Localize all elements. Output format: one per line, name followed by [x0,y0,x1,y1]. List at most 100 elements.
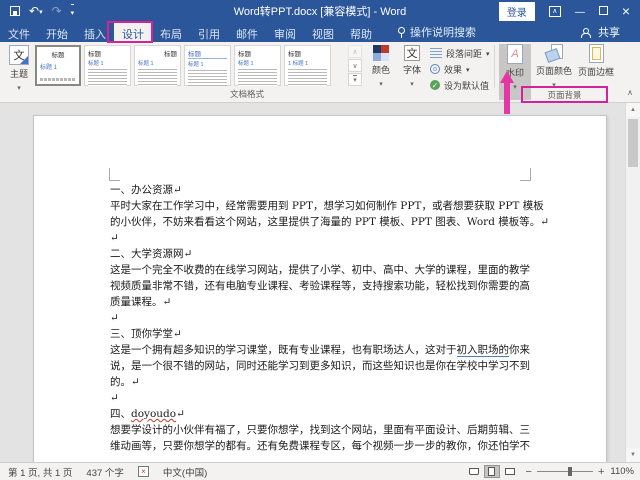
colors-button[interactable]: 颜色 [366,45,396,88]
themes-button[interactable]: 文 主题 [5,45,33,92]
zoom-percentage[interactable]: 110% [610,466,634,477]
language-indicator[interactable]: 中文(中国) [163,465,207,479]
redo-icon[interactable] [52,4,62,18]
document-line: 质量课程。↵ [110,296,172,308]
tell-me-label: 操作说明搜索 [410,27,476,39]
undo-icon[interactable] [29,4,43,18]
style-set-card[interactable]: 标题 标题 1 [134,45,181,86]
style-set-card[interactable]: 标题 标题 1 [234,45,281,86]
document-line: ↵ [110,312,119,324]
customize-quick-access-icon[interactable] [70,4,75,18]
card-filler-text [88,69,127,86]
vertical-scrollbar[interactable] [625,103,640,462]
word-window: Word转PPT.docx [兼容模式] - Word 登录 ∧ 文件开始插入设… [0,0,640,480]
tell-me-search[interactable]: 操作说明搜索 [398,22,476,42]
menu-tab[interactable]: 文件 [0,22,38,42]
zoom-slider[interactable] [536,467,593,476]
paragraph-spacing-icon [430,48,442,58]
themes-icon: 文 [9,45,29,65]
margin-crop-mark-left [109,168,120,181]
title-bar-controls: 登录 ∧ [498,1,640,21]
proofing-status-icon[interactable] [137,466,149,477]
share-label: 共享 [598,27,620,39]
page-indicator[interactable]: 第 1 页, 共 1 页 [8,465,72,479]
zoom-out-button[interactable]: − [526,466,532,478]
menu-tab[interactable]: 邮件 [228,22,266,42]
style-set-gallery: 标题 标题 1 标题 标题 1 标题 标题 1 标题 标题 1 标题 标题 1 … [35,45,345,86]
share-button[interactable]: 共享 [581,22,640,42]
style-set-current[interactable]: 标题 标题 1 [35,45,81,86]
web-layout-button[interactable] [502,465,518,478]
document-line: 的小伙伴，不妨来看看这个网站，这里提供了海量的 PPT 模板、PPT 图表、Wo… [110,216,550,228]
gallery-scroll-down-icon[interactable] [348,59,362,72]
menu-tab[interactable]: 视图 [304,22,342,42]
menu-tab[interactable]: 插入 [76,22,114,42]
scroll-down-icon[interactable] [626,448,640,462]
zoom-in-button[interactable]: + [598,466,604,478]
document-line: 平时大家在工作学习中，经常需要用到 PPT，想学习如何制作 PPT，或者想要获取… [110,200,544,212]
collapse-ribbon-icon[interactable] [627,88,633,97]
chevron-down-icon [379,78,383,88]
card-filler-text [188,70,227,86]
document-line: 三、顶你学堂↵ [110,328,182,340]
ribbon: 文 主题 标题 标题 1 标题 标题 1 标题 标题 1 [0,42,640,103]
effects-button[interactable]: 效果 [430,62,490,76]
minimize-button[interactable] [575,5,585,18]
card-filler-text [138,69,177,86]
word-count[interactable]: 437 个字 [86,465,124,479]
style-set-card[interactable]: 标题 1 标题 1 [284,45,331,86]
close-button[interactable] [622,4,630,18]
document-line: 这是一个完全不收费的在线学习网站，提供了小学、初中、高中、大学的课程，里面的教学 [110,264,530,276]
save-icon[interactable] [10,6,20,16]
menu-tab[interactable]: 引用 [190,22,228,42]
menu-tab[interactable]: 开始 [38,22,76,42]
chevron-down-icon [486,48,490,58]
group-separator [494,45,495,88]
document-text[interactable]: 一、办公资源↵ 平时大家在工作学习中，经常需要用到 PPT，想学习如何制作 PPT… [110,182,550,454]
fonts-button[interactable]: 文 字体 [398,45,426,88]
chevron-down-icon [410,78,414,88]
page-borders-icon [588,44,604,63]
page-color-icon [546,44,563,62]
watermark-icon: A [507,44,523,64]
style-set-card[interactable]: 标题 标题 1 [184,45,231,86]
menu-tab[interactable]: 布局 [152,22,190,42]
login-button[interactable]: 登录 [498,1,535,21]
group-label-document-formatting: 文档格式 [229,89,264,99]
effects-icon [430,64,440,74]
print-layout-button[interactable] [483,465,500,478]
document-formatting-small-buttons: 段落间距 效果 设为默认值 [430,46,490,92]
document-line: ↵ [110,392,119,404]
document-line: 视频质量非常不错，还有电脑专业课程、考验课程等，支持搜索功能，轻松找到你需要的高 [110,280,530,292]
document-line: 说，是一个很不错的网站，同时还能学习到更多知识，而这些知识也是你在学校中学习不到 [110,360,530,372]
read-mode-button[interactable] [466,465,482,478]
scrollbar-thumb[interactable] [628,119,638,167]
gallery-more-icon[interactable] [348,73,362,86]
fonts-icon: 文 [404,45,420,61]
style-set-card[interactable]: 标题 标题 1 [84,45,131,86]
document-page[interactable]: 一、办公资源↵ 平时大家在工作学习中，经常需要用到 PPT，想学习如何制作 PPT… [33,115,607,462]
person-icon [581,27,591,38]
maximize-button[interactable] [598,5,608,17]
card-filler-text [238,69,277,86]
document-line: 四、doyoudo↵ [110,408,185,420]
gallery-scroll-up-icon[interactable] [348,45,362,58]
paragraph-spacing-button[interactable]: 段落间距 [430,46,490,60]
gallery-scroll-controls [348,45,362,86]
annotation-box-page-background: 页面背景 [521,86,608,103]
document-line: 一、办公资源↵ [110,184,182,196]
zoom-slider-thumb[interactable] [567,467,572,476]
card-filler-text [288,69,327,86]
colors-icon [373,45,389,61]
ribbon-tab-row: 文件 开始 插入 设计 布局 引用 邮件 审阅 视图 帮助 [0,22,640,42]
menu-tab[interactable]: 设计 [114,22,152,42]
ribbon-display-options-icon[interactable]: ∧ [548,5,561,17]
menu-tab[interactable]: 帮助 [342,22,380,42]
scroll-up-icon[interactable] [626,103,640,117]
title-bar: Word转PPT.docx [兼容模式] - Word 登录 ∧ [0,0,640,22]
document-line: 的。↵ [110,376,140,388]
thumbnail-text-line [40,78,76,81]
menu-tab[interactable]: 审阅 [266,22,304,42]
document-line: 维动画等，只要你想学的都有。还有免费课程专区，每个视频一步一步的教你，你还怕学不 [110,440,530,452]
document-line: 二、大学资源网↵ [110,248,193,260]
